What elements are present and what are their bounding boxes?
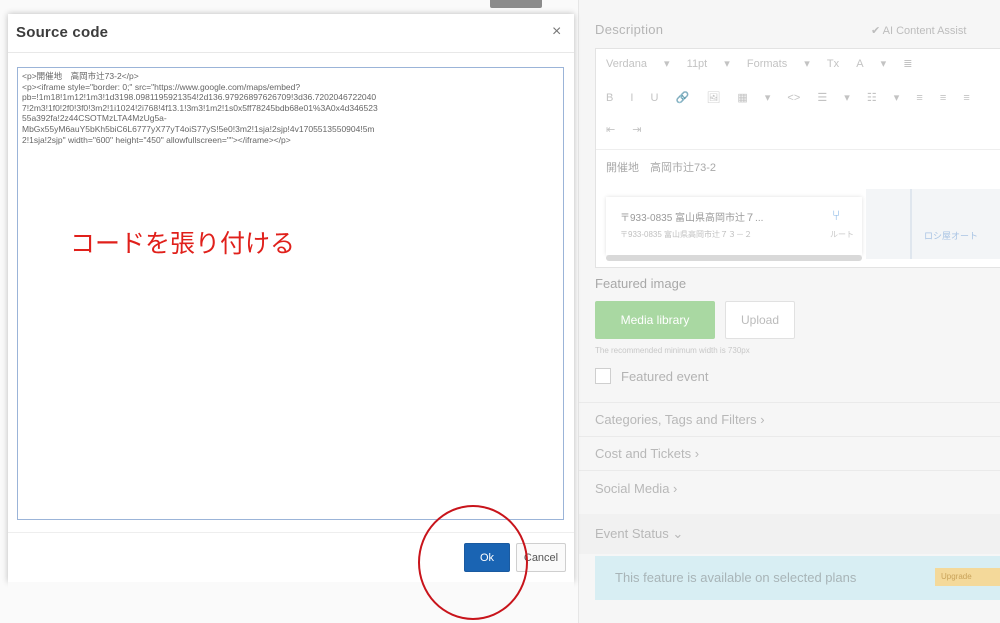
editor-toolbar-row-3[interactable]: ⇤ ⇥ (606, 123, 656, 136)
font-size-select[interactable]: 11pt (687, 58, 708, 70)
event-editor-panel: Description ✔ AI Content Assist Verdana … (578, 0, 1000, 623)
featured-image-label: Featured image (595, 276, 687, 291)
bold-icon[interactable]: B (606, 92, 613, 104)
chevron-down-icon[interactable]: ▾ (664, 57, 670, 70)
formats-select[interactable]: Formats (747, 58, 787, 70)
ai-content-assist-button[interactable]: ✔ AI Content Assist (871, 24, 966, 37)
clear-format-icon[interactable]: Tx (827, 58, 839, 70)
bullet-list-icon[interactable]: ☰ (817, 91, 827, 104)
description-editor[interactable]: Verdana ▾ 11pt ▾ Formats ▾ Tx A ▾ ≣ B I … (595, 48, 1000, 268)
upload-button[interactable]: Upload (725, 301, 795, 339)
featured-event-label: Featured event (621, 368, 709, 384)
description-label: Description (595, 22, 664, 37)
editor-toolbar-row-2[interactable]: B I U 🔗 🖼 ▦ ▾ <> ☰ ▾ ☷ ▾ ≡ ≡ ≡ (606, 91, 984, 104)
top-tab-indicator (490, 0, 542, 8)
code-line: 2!1sja!2sjp" width="600" height="450" al… (22, 134, 291, 145)
upgrade-badge[interactable]: Upgrade (935, 568, 1000, 586)
event-status-section[interactable]: Event Status ⌄ (579, 514, 1000, 554)
align-right-icon[interactable]: ≡ (963, 92, 969, 104)
dialog-bottom-shade (8, 582, 574, 623)
map-address-title: 〒933-0835 富山県高岡市辻７... (620, 213, 764, 224)
map-info-card: 〒933-0835 富山県高岡市辻７... 〒933-0835 富山県高岡市辻７… (606, 197, 862, 255)
editor-body-text[interactable]: 開催地 高岡市辻73-2 (606, 159, 716, 175)
chevron-down-icon[interactable]: ▾ (804, 57, 810, 70)
paste-code-annotation: コードを張り付ける (70, 230, 296, 258)
source-code-textarea[interactable]: <p>開催地 高岡市辻73-2</p> <p><iframe style="bo… (17, 67, 564, 520)
cancel-button[interactable]: Cancel (516, 543, 566, 572)
map-scrollbar[interactable] (606, 255, 862, 261)
close-icon[interactable]: × (552, 23, 561, 41)
featured-event-checkbox[interactable] (595, 368, 611, 384)
code-line: pb=!1m18!1m12!1m3!1d3198.0981195921354!2… (22, 92, 377, 103)
cost-tickets-section-toggle[interactable]: Cost and Tickets › (595, 446, 699, 461)
code-line: 7!2m3!1f0!2f0!3f0!3m2!1i1024!2i768!4f13.… (22, 102, 378, 113)
directions-icon[interactable]: ⑂ (832, 207, 840, 223)
plan-notice-text: This feature is available on selected pl… (615, 570, 857, 585)
chevron-down-icon[interactable]: ▾ (724, 57, 730, 70)
link-icon[interactable]: 🔗 (676, 91, 690, 104)
font-family-select[interactable]: Verdana (606, 58, 647, 70)
code-line: 55a392fa!2z44CSOTMzLTA4MzUg5a- (22, 113, 167, 124)
map-road (910, 189, 912, 259)
chevron-down-icon[interactable]: ▾ (894, 91, 900, 104)
chevron-down-icon[interactable]: ▾ (765, 91, 771, 104)
dialog-title: Source code (16, 24, 109, 41)
image-icon[interactable]: 🖼 (706, 91, 720, 104)
toolbar-divider (596, 149, 1000, 150)
section-divider (579, 470, 1000, 471)
event-status-toggle[interactable]: Event Status ⌄ (595, 526, 683, 542)
dialog-header: Source code × (8, 14, 574, 53)
plan-upgrade-banner: This feature is available on selected pl… (595, 556, 1000, 600)
editor-toolbar-row-1[interactable]: Verdana ▾ 11pt ▾ Formats ▾ Tx A ▾ ≣ (606, 57, 926, 70)
align-center-icon[interactable]: ≡ (940, 92, 946, 104)
italic-icon[interactable]: I (630, 92, 633, 104)
code-line: MbGx55yM6auY5bKh5biC6L6777yX77yT4oiS77yS… (22, 123, 375, 134)
align-icon[interactable]: ≣ (903, 57, 912, 70)
code-line: <p><iframe style="border: 0;" src="https… (22, 81, 301, 92)
social-media-section-toggle[interactable]: Social Media › (595, 481, 677, 496)
map-address-detail: 〒933-0835 富山県高岡市辻７３－２ (620, 230, 753, 239)
indent-icon[interactable]: ⇥ (632, 123, 641, 136)
map-place-link[interactable]: ロシ屋オート (924, 229, 978, 242)
align-left-icon[interactable]: ≡ (916, 92, 922, 104)
ok-button[interactable]: Ok (464, 543, 510, 572)
table-icon[interactable]: ▦ (737, 91, 747, 104)
map-embed[interactable]: ロシ屋オート (866, 189, 1000, 259)
numbered-list-icon[interactable]: ☷ (867, 91, 877, 104)
categories-section-toggle[interactable]: Categories, Tags and Filters › (595, 412, 765, 427)
chevron-down-icon[interactable]: ▾ (881, 57, 887, 70)
section-divider (579, 402, 1000, 403)
code-line: <p>開催地 高岡市辻73-2</p> (22, 71, 139, 81)
featured-event-option[interactable]: Featured event (595, 368, 708, 384)
text-color-icon[interactable]: A (856, 58, 863, 70)
underline-icon[interactable]: U (651, 92, 659, 104)
section-divider (579, 436, 1000, 437)
chevron-down-icon[interactable]: ▾ (844, 91, 850, 104)
source-code-dialog: Source code × <p>開催地 高岡市辻73-2</p> <p><if… (8, 14, 574, 583)
outdent-icon[interactable]: ⇤ (606, 123, 615, 136)
recommended-width-hint: The recommended minimum width is 730px (595, 346, 750, 355)
media-library-button[interactable]: Media library (595, 301, 715, 339)
source-code-icon[interactable]: <> (787, 92, 800, 104)
route-label[interactable]: ルート (830, 229, 854, 240)
